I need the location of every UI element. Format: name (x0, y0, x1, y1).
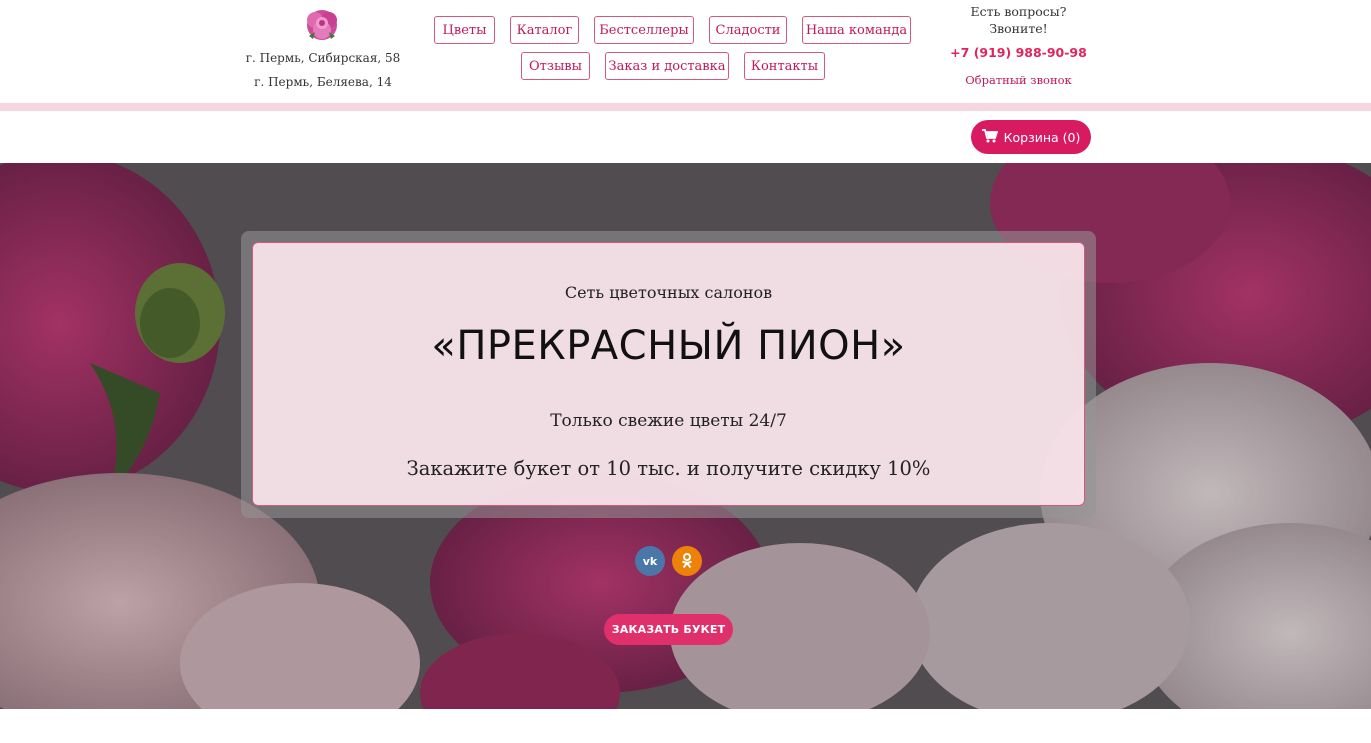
hero-tagline: Только свежие цветы 24/7 (550, 411, 787, 431)
nav-catalog[interactable]: Каталог (510, 16, 579, 44)
hero-subtitle: Сеть цветочных салонов (564, 283, 773, 302)
phone-number[interactable]: +7 (919) 988-90-98 (950, 45, 1087, 60)
contact-question-line2: Звоните! (989, 21, 1048, 36)
nav-reviews[interactable]: Отзывы (521, 52, 590, 80)
odnoklassniki-icon[interactable] (672, 546, 702, 576)
cart-label: Корзина (0) (1003, 129, 1081, 145)
hero-section: Сеть цветочных салонов «ПРЕКРАСНЫЙ ПИОН»… (0, 163, 1371, 709)
vk-icon[interactable]: vk (635, 546, 665, 576)
shopping-cart-icon (981, 128, 998, 146)
address-belyaeva: г. Пермь, Беляева, 14 (254, 75, 392, 89)
nav-flowers[interactable]: Цветы (434, 16, 495, 44)
hero-title: «ПРЕКРАСНЫЙ ПИОН» (431, 323, 906, 369)
callback-link[interactable]: Обратный звонок (950, 73, 1087, 87)
nav-our-team[interactable]: Наша команда (802, 16, 911, 44)
header-divider (0, 103, 1371, 111)
order-bouquet-button[interactable]: ЗАКАЗАТЬ БУКЕТ (604, 614, 733, 645)
contact-question: Есть вопросы? Звоните! (950, 3, 1087, 37)
peony-logo-icon[interactable] (303, 6, 341, 44)
nav-bestsellers[interactable]: Бестселлеры (594, 16, 694, 44)
contact-question-line1: Есть вопросы? (970, 4, 1067, 19)
hero-discount-offer: Закажите букет от 10 тыс. и получите ски… (406, 457, 931, 480)
nav-sweets[interactable]: Сладости (709, 16, 787, 44)
cart-button[interactable]: Корзина (0) (971, 120, 1091, 154)
nav-order-delivery[interactable]: Заказ и доставка (605, 52, 729, 80)
nav-contacts[interactable]: Контакты (744, 52, 825, 80)
site-header: г. Пермь, Сибирская, 58 г. Пермь, Беляев… (0, 0, 1371, 104)
address-sibirskaya: г. Пермь, Сибирская, 58 (245, 51, 401, 65)
